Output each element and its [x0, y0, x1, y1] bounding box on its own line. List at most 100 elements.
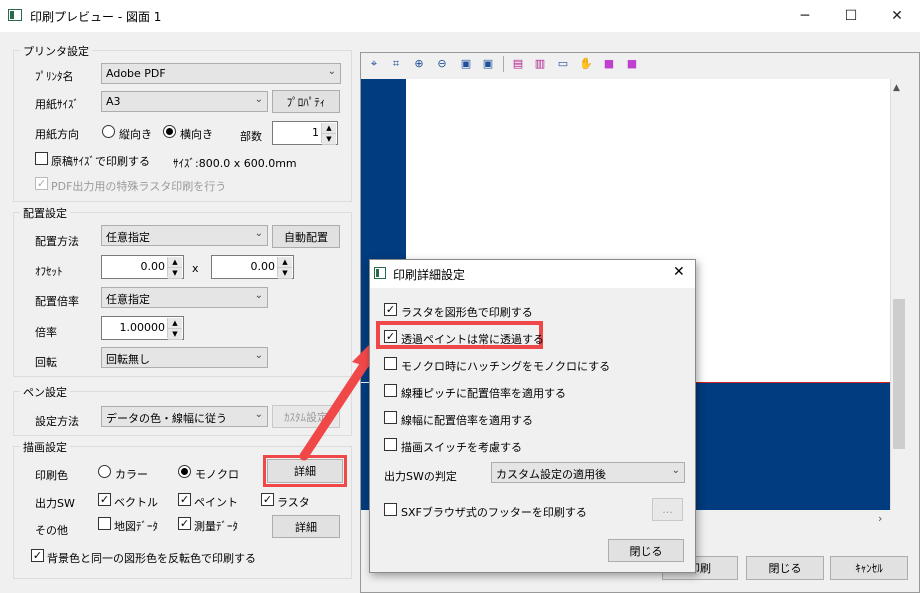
- cancel-button[interactable]: ｷｬﾝｾﾙ: [830, 556, 908, 580]
- offset-separator: x: [192, 262, 199, 275]
- chevron-down-icon: ⌄: [254, 228, 263, 239]
- size-text: ｻｲｽﾞ:800.0 x 600.0mm: [173, 157, 297, 170]
- dialog-close-button[interactable]: 閉じる: [608, 539, 684, 562]
- printer-name-select[interactable]: Adobe PDF ⌄: [101, 63, 341, 84]
- chevron-down-icon: ⌄: [254, 94, 263, 105]
- property-button[interactable]: ﾌﾟﾛﾊﾟﾃｨ: [272, 90, 340, 113]
- scale-method-value: 任意指定: [106, 293, 150, 306]
- app-icon: [8, 9, 22, 21]
- portrait-radio[interactable]: [102, 125, 115, 138]
- color2-icon[interactable]: ■: [624, 56, 640, 72]
- chevron-down-icon: ⌄: [671, 465, 680, 476]
- dialog-option-label-2: 透過ペイントは常に透過する: [401, 333, 544, 346]
- dialog-close-icon[interactable]: ✕: [673, 264, 685, 280]
- dialog-option-checkbox-3[interactable]: [384, 357, 397, 370]
- pen-method-select[interactable]: データの色・線幅に従う ⌄: [101, 406, 268, 427]
- dialog-app-icon: [374, 267, 386, 279]
- scroll-up-icon[interactable]: ▲: [893, 83, 900, 93]
- mono-radio[interactable]: [178, 465, 191, 478]
- chevron-down-icon: ⌄: [254, 290, 263, 301]
- pen-method-value: データの色・線幅に従う: [106, 412, 227, 425]
- close-preview-button[interactable]: 閉じる: [746, 556, 824, 580]
- layer-icon[interactable]: ▭: [555, 56, 571, 72]
- auto-placement-button[interactable]: 自動配置: [272, 225, 340, 248]
- vector-checkbox[interactable]: ✓: [98, 493, 111, 506]
- portrait-label: 縦向き: [119, 128, 152, 141]
- reverse-color-label: 背景色と同一の図形色を反転色で印刷する: [47, 552, 256, 565]
- scale-method-select[interactable]: 任意指定 ⌄: [101, 287, 268, 308]
- rotation-select[interactable]: 回転無し ⌄: [101, 347, 268, 368]
- page-edit-icon[interactable]: ▥: [532, 56, 548, 72]
- maximize-button[interactable]: ☐: [828, 0, 874, 32]
- zoom-in-icon[interactable]: ⊕: [411, 56, 427, 72]
- output-sw-label: 出力SW: [35, 497, 75, 510]
- fit-icon[interactable]: ⌗: [388, 56, 404, 72]
- chevron-down-icon: ⌄: [254, 350, 263, 361]
- landscape-radio[interactable]: [163, 125, 176, 138]
- original-size-label: 原稿ｻｲｽﾞで印刷する: [51, 155, 150, 168]
- placement-method-label: 配置方法: [35, 235, 79, 248]
- print-color-label: 印刷色: [35, 469, 68, 482]
- dialog-option-checkbox-6[interactable]: [384, 438, 397, 451]
- zoom-out-icon[interactable]: ⊖: [434, 56, 450, 72]
- scroll-right-icon[interactable]: ›: [878, 512, 882, 525]
- title-bar: 印刷プレビュー - 図面 1 ─ ☐ ✕: [0, 0, 920, 32]
- vertical-scrollbar[interactable]: ▲: [890, 79, 907, 510]
- browse-button[interactable]: ...: [652, 498, 683, 521]
- spinner-arrows[interactable]: ▲ ▼: [167, 257, 182, 279]
- dialog-option-checkbox-5[interactable]: [384, 411, 397, 424]
- output-sw-judge-label: 出力SWの判定: [384, 470, 457, 483]
- copies-spinner[interactable]: 1 ▲ ▼: [272, 121, 338, 145]
- hand-icon[interactable]: ✋: [578, 56, 594, 72]
- detail-dialog: 印刷詳細設定 ✕ ✓ ラスタを図形色で印刷する ✓ 透過ペイントは常に透過する …: [369, 259, 696, 573]
- scale-spinner[interactable]: 1.00000 ▲ ▼: [101, 316, 184, 340]
- pdf-raster-checkbox[interactable]: ✓: [35, 177, 48, 190]
- scale-value: 1.00000: [119, 321, 166, 334]
- original-size-checkbox[interactable]: [35, 152, 48, 165]
- output-sw-judge-value: カスタム設定の適用後: [496, 468, 606, 481]
- toolbar-separator: [503, 56, 504, 72]
- view-prev-icon[interactable]: ▣: [458, 56, 474, 72]
- scrollbar-thumb[interactable]: [893, 299, 905, 449]
- printer-name-label: ﾌﾟﾘﾝﾀ名: [35, 70, 74, 83]
- paper-size-select[interactable]: A3 ⌄: [101, 91, 268, 112]
- close-button[interactable]: ✕: [874, 0, 920, 32]
- sxf-footer-label: SXFブラウザ式のフッターを印刷する: [401, 506, 587, 519]
- detail-button-2[interactable]: 詳細: [272, 515, 340, 538]
- color-radio[interactable]: [98, 465, 111, 478]
- placement-method-select[interactable]: 任意指定 ⌄: [101, 225, 268, 246]
- offset-x-spinner[interactable]: 0.00 ▲ ▼: [101, 255, 184, 279]
- zoom-window-icon[interactable]: ⌖: [366, 56, 382, 72]
- output-sw-judge-select[interactable]: カスタム設定の適用後 ⌄: [491, 462, 685, 483]
- page-icon[interactable]: ▤: [510, 56, 526, 72]
- raster-checkbox[interactable]: ✓: [261, 493, 274, 506]
- sxf-footer-checkbox[interactable]: [384, 503, 397, 516]
- color-icon[interactable]: ■: [601, 56, 617, 72]
- spinner-arrows[interactable]: ▲ ▼: [321, 123, 336, 145]
- reverse-color-checkbox[interactable]: ✓: [31, 549, 44, 562]
- spinner-arrows[interactable]: ▲ ▼: [167, 318, 182, 340]
- view-next-icon[interactable]: ▣: [480, 56, 496, 72]
- copies-label: 部数: [240, 130, 262, 143]
- scale-label: 倍率: [35, 326, 57, 339]
- other-label: その他: [35, 524, 68, 537]
- offset-y-spinner[interactable]: 0.00 ▲ ▼: [211, 255, 294, 279]
- dialog-option-checkbox-1[interactable]: ✓: [384, 303, 397, 316]
- rotation-label: 回転: [35, 356, 57, 369]
- survey-data-label: 測量ﾃﾞｰﾀ: [194, 520, 238, 533]
- paint-checkbox[interactable]: ✓: [178, 493, 191, 506]
- rotation-value: 回転無し: [106, 353, 150, 366]
- offset-x-value: 0.00: [140, 260, 166, 273]
- dialog-option-checkbox-2[interactable]: ✓: [384, 330, 397, 343]
- map-data-checkbox[interactable]: [98, 517, 111, 530]
- minimize-button[interactable]: ─: [782, 0, 828, 32]
- pdf-raster-label: PDF出力用の特殊ラスタ印刷を行う: [51, 180, 227, 193]
- survey-data-checkbox[interactable]: ✓: [178, 517, 191, 530]
- drawing-settings-legend: 描画設定: [20, 439, 70, 455]
- dialog-option-label-4: 線種ピッチに配置倍率を適用する: [401, 387, 566, 400]
- dialog-option-label-1: ラスタを図形色で印刷する: [401, 306, 533, 319]
- dialog-title: 印刷詳細設定: [393, 268, 466, 282]
- pen-method-label: 設定方法: [35, 415, 79, 428]
- spinner-arrows[interactable]: ▲ ▼: [277, 257, 292, 279]
- dialog-option-checkbox-4[interactable]: [384, 384, 397, 397]
